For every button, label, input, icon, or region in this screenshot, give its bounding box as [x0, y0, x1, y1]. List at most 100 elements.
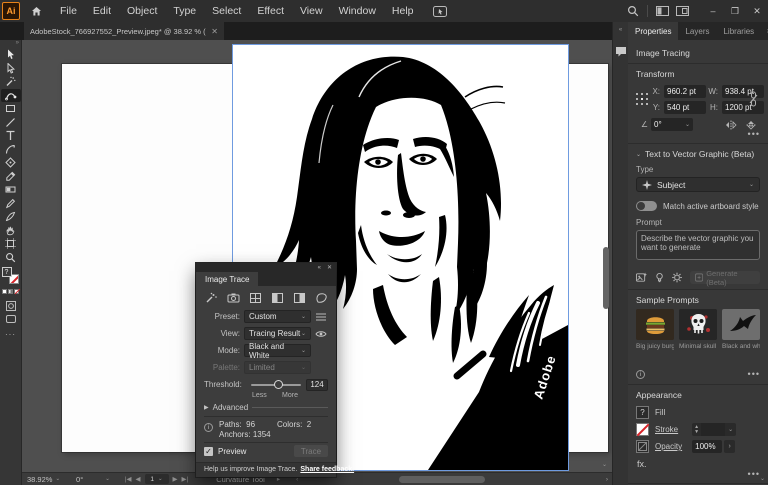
sample-bird-thumbnail[interactable]: [722, 309, 760, 340]
toolbar-collapse-icon[interactable]: »: [16, 40, 19, 48]
workspace-switcher-icon[interactable]: [652, 0, 672, 22]
opacity-swatch[interactable]: [636, 440, 649, 453]
flip-vertical-icon[interactable]: [746, 120, 758, 130]
mode-dropdown[interactable]: Black and White ⌄: [244, 342, 311, 360]
curvature-tool[interactable]: [0, 88, 21, 102]
rotation-field[interactable]: 0° ⌄: [651, 118, 693, 131]
eye-icon[interactable]: [314, 330, 328, 338]
constrain-proportions-icon[interactable]: [749, 91, 758, 107]
arrange-documents-icon[interactable]: [672, 0, 692, 22]
trace-button[interactable]: Trace: [294, 445, 328, 457]
view-dropdown[interactable]: Tracing Result ⌄: [244, 327, 311, 340]
vertical-scrollbar-thumb[interactable]: [603, 247, 609, 309]
close-button[interactable]: ✕: [746, 0, 768, 22]
menu-effect[interactable]: Effect: [257, 5, 284, 17]
menu-view[interactable]: View: [300, 5, 323, 17]
stroke-weight-field[interactable]: [701, 423, 726, 436]
stroke-label[interactable]: Stroke: [655, 425, 678, 434]
flip-horizontal-icon[interactable]: [725, 120, 737, 130]
zoom-tool[interactable]: [1, 251, 21, 265]
zoom-level-select[interactable]: 38.92% ⌄: [22, 473, 65, 485]
low-color-preset-icon[interactable]: [249, 292, 262, 304]
stroke-weight-dropdown-icon[interactable]: ⌄: [725, 423, 737, 436]
stroke-swatch[interactable]: [636, 423, 650, 437]
menu-object[interactable]: Object: [127, 5, 157, 17]
color-swatch[interactable]: [2, 289, 7, 294]
black-white-preset-icon[interactable]: [293, 292, 306, 304]
menu-select[interactable]: Select: [212, 5, 241, 17]
minimize-button[interactable]: –: [702, 0, 724, 22]
share-document-icon[interactable]: [430, 0, 450, 22]
menu-file[interactable]: File: [60, 5, 77, 17]
y-field[interactable]: 540 pt: [664, 100, 706, 114]
ttv-type-dropdown[interactable]: Subject ⌄: [636, 177, 760, 192]
panel-collapse-icon[interactable]: «: [318, 265, 321, 271]
screen-mode-icon[interactable]: [1, 313, 21, 327]
match-artboard-style-toggle[interactable]: [636, 201, 657, 211]
share-feedback-link[interactable]: Share feedback.: [300, 466, 354, 473]
comments-panel-icon[interactable]: [613, 46, 628, 57]
generate-button[interactable]: Generate (Beta): [690, 269, 760, 287]
opacity-label[interactable]: Opacity: [655, 442, 682, 451]
direct-selection-tool[interactable]: [1, 62, 21, 76]
artboard-tool[interactable]: [1, 237, 21, 251]
info-icon[interactable]: i: [636, 370, 645, 379]
reference-image-icon[interactable]: [636, 272, 647, 283]
illustrator-app-icon[interactable]: Ai: [2, 2, 20, 20]
menu-edit[interactable]: Edit: [93, 5, 111, 17]
ttv-section-header[interactable]: ⌄ Text to Vector Graphic (Beta): [636, 149, 760, 159]
stroke-weight-stepper[interactable]: ▲ ▼: [692, 423, 702, 436]
opacity-field[interactable]: 100%: [692, 440, 723, 453]
last-artboard-icon[interactable]: ▶|: [182, 475, 189, 483]
menu-help[interactable]: Help: [392, 5, 414, 17]
pencil-tool[interactable]: [1, 197, 21, 211]
shape-builder-tool[interactable]: [1, 156, 21, 170]
edit-toolbar-icon[interactable]: ···: [5, 330, 16, 339]
panel-menu-icon[interactable]: ≡: [761, 22, 768, 40]
ttv-more-options[interactable]: •••: [645, 370, 760, 379]
opacity-expand-icon[interactable]: ›: [724, 440, 736, 453]
transform-more-options[interactable]: •••: [636, 130, 760, 139]
horizontal-scrollbar[interactable]: ‹ ›: [294, 473, 612, 485]
none-swatch[interactable]: [14, 289, 21, 295]
tab-layers[interactable]: Layers: [678, 22, 716, 40]
restore-button[interactable]: ❐: [724, 0, 746, 22]
image-trace-tab[interactable]: Image Trace: [196, 272, 259, 286]
threshold-value-field[interactable]: 124: [306, 378, 328, 391]
home-icon[interactable]: [26, 0, 46, 22]
rotate-tool[interactable]: [1, 143, 21, 157]
document-tab[interactable]: AdobeStock_766927552_Preview.jpeg* @ 38.…: [24, 22, 224, 40]
menu-type[interactable]: Type: [173, 5, 196, 17]
outline-preset-icon[interactable]: [315, 292, 328, 304]
search-icon[interactable]: [623, 0, 643, 22]
gradient-swatch[interactable]: [8, 289, 13, 294]
threshold-slider[interactable]: [250, 379, 301, 389]
reference-point-locator[interactable]: [636, 93, 650, 105]
x-field[interactable]: 960.2 pt: [664, 84, 706, 98]
info-icon[interactable]: i: [204, 423, 213, 432]
vertical-scrollbar[interactable]: ⌄: [602, 42, 609, 468]
threshold-slider-knob[interactable]: [273, 379, 283, 389]
auto-color-preset-icon[interactable]: [205, 292, 218, 304]
gradient-tool[interactable]: [1, 183, 21, 197]
selection-tool[interactable]: [1, 48, 21, 62]
fx-label[interactable]: fx.: [637, 459, 760, 469]
preset-menu-icon[interactable]: [314, 313, 328, 321]
drawing-modes-icon[interactable]: [1, 299, 21, 313]
type-tool[interactable]: [1, 129, 21, 143]
fill-swatch-unknown[interactable]: ?: [1, 267, 12, 277]
line-segment-tool[interactable]: [1, 116, 21, 130]
panel-close-icon[interactable]: ✕: [327, 265, 332, 271]
magic-wand-tool[interactable]: [1, 75, 21, 89]
sample-skull-thumbnail[interactable]: [679, 309, 717, 340]
high-color-preset-icon[interactable]: [227, 292, 240, 304]
rectangle-tool[interactable]: [1, 102, 21, 116]
advanced-section-toggle[interactable]: ▶ Advanced: [204, 401, 328, 414]
sample-burger-thumbnail[interactable]: [636, 309, 674, 340]
appearance-more-options[interactable]: •••: [636, 470, 760, 479]
panel-scroll-down-icon[interactable]: ⌄: [760, 475, 765, 482]
dock-expand-icon[interactable]: «: [613, 22, 628, 38]
gear-icon[interactable]: [672, 272, 682, 283]
document-close-icon[interactable]: ✕: [211, 27, 218, 36]
paintbrush-tool[interactable]: [1, 210, 21, 224]
